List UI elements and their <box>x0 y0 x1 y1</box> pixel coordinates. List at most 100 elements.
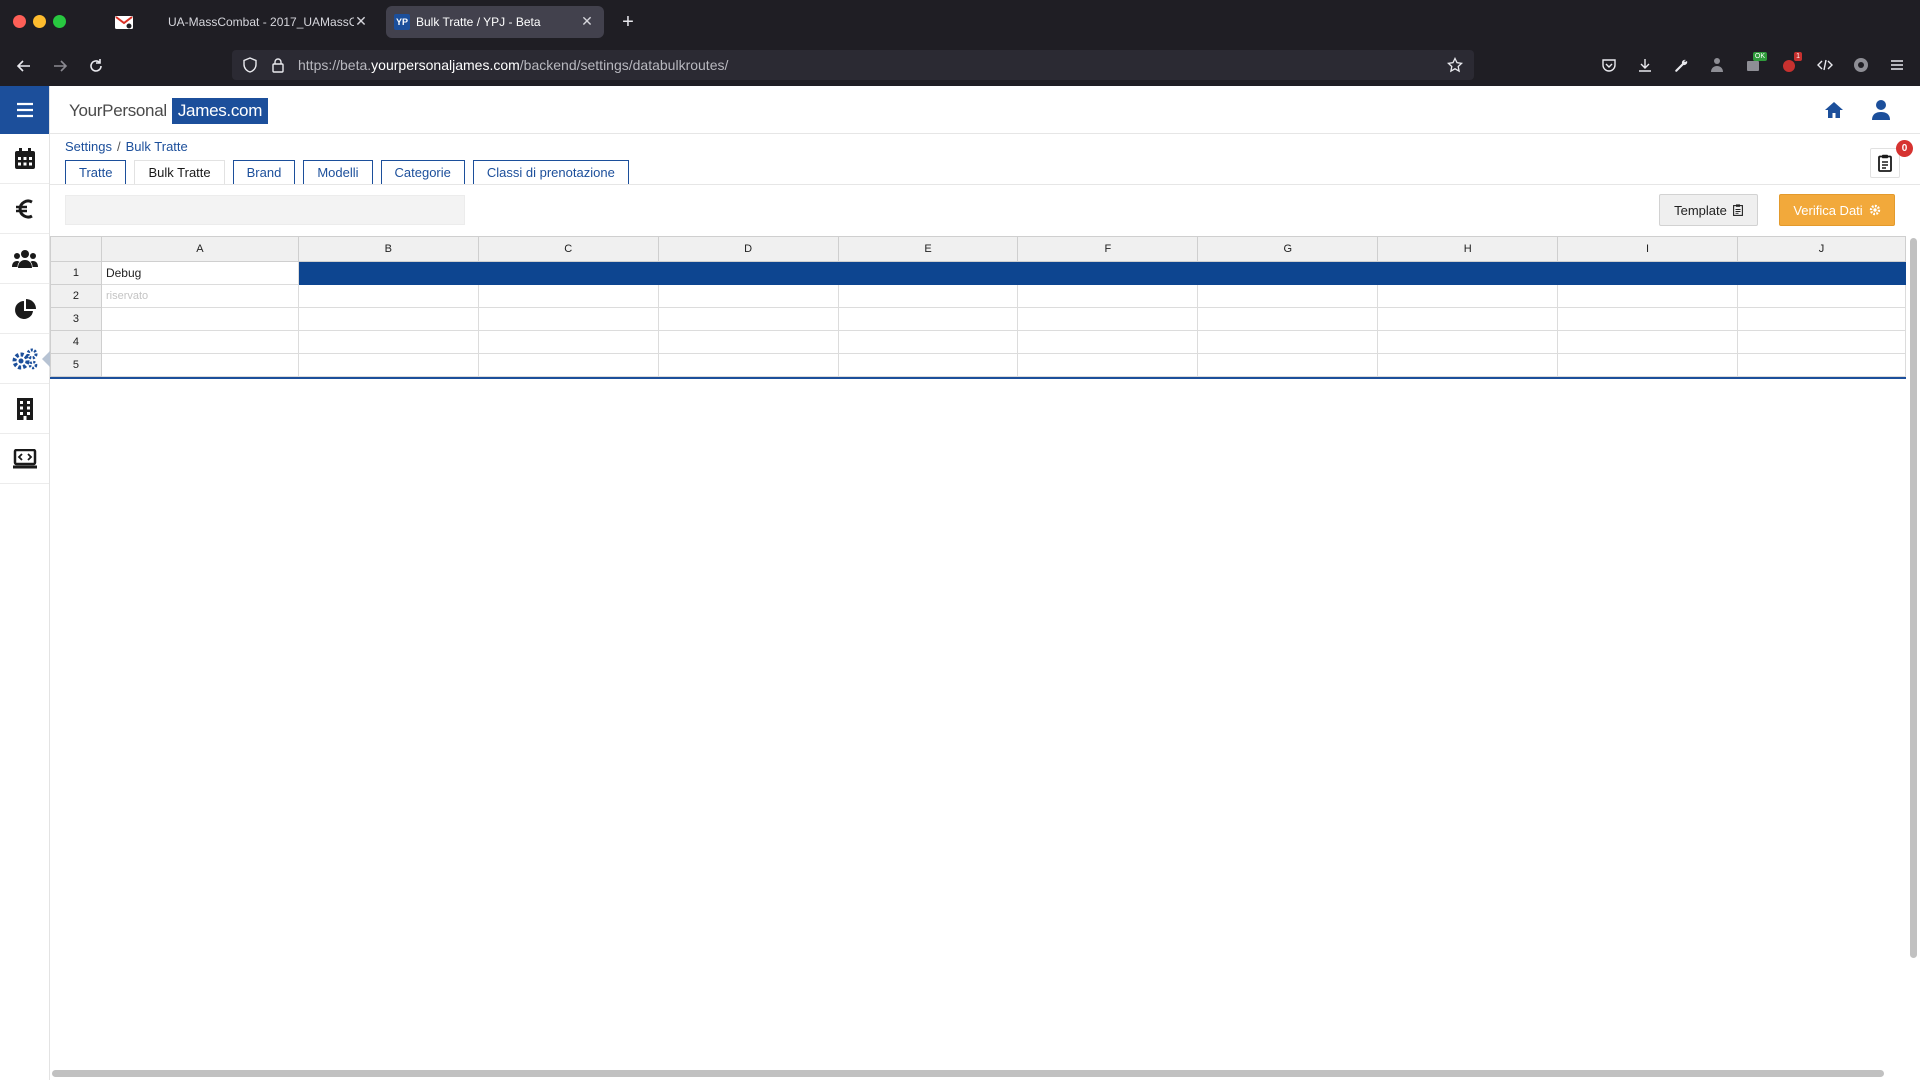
cell[interactable] <box>1377 353 1559 377</box>
close-tab-icon[interactable]: ✕ <box>578 12 596 30</box>
tab-tratte[interactable]: Tratte <box>65 160 127 184</box>
cell[interactable] <box>1017 353 1199 377</box>
scroll-thumb[interactable] <box>1910 238 1917 958</box>
selected-cell[interactable] <box>1197 261 1379 285</box>
column-header[interactable]: E <box>837 236 1019 262</box>
selected-cell[interactable] <box>837 261 1019 285</box>
pocket-icon[interactable] <box>1596 52 1622 78</box>
cell[interactable] <box>297 307 479 331</box>
vertical-scrollbar[interactable] <box>1908 236 1918 1066</box>
cell[interactable] <box>1197 330 1379 354</box>
extension-ok-icon[interactable]: OK <box>1740 52 1767 78</box>
cell[interactable] <box>1377 307 1559 331</box>
cell[interactable] <box>297 284 479 308</box>
cell[interactable] <box>1377 330 1559 354</box>
close-tab-icon[interactable]: ✕ <box>352 12 370 30</box>
tab-brand[interactable]: Brand <box>232 160 296 184</box>
row-header[interactable]: 5 <box>50 353 102 377</box>
cell[interactable] <box>1197 284 1379 308</box>
tab-ua-masscombat[interactable]: UA-MassCombat - 2017_UAMassCombat ✕ <box>152 6 378 38</box>
column-header[interactable]: A <box>100 236 299 262</box>
cell[interactable] <box>837 330 1019 354</box>
selected-cell[interactable] <box>1557 261 1738 285</box>
cell[interactable] <box>657 353 839 377</box>
cell[interactable] <box>1737 330 1906 354</box>
cell[interactable] <box>477 330 659 354</box>
cell[interactable] <box>1557 353 1738 377</box>
filter-input[interactable] <box>65 195 465 225</box>
cell-a2[interactable]: riservato <box>100 284 299 308</box>
selected-cell[interactable] <box>1737 261 1906 285</box>
url-bar[interactable]: https://beta.yourpersonaljames.com/backe… <box>232 50 1474 80</box>
cell[interactable] <box>297 330 479 354</box>
sidebar-item-reports[interactable] <box>0 284 49 334</box>
spreadsheet[interactable]: A B C D E F G H I J 1 Debug 2 riservato … <box>50 236 1906 1066</box>
cell[interactable] <box>100 330 299 354</box>
sidebar-item-settings[interactable] <box>0 334 50 384</box>
notifications-button[interactable] <box>1870 148 1900 178</box>
column-header[interactable]: C <box>477 236 659 262</box>
row-header[interactable]: 3 <box>50 307 102 331</box>
column-header[interactable]: F <box>1017 236 1199 262</box>
cell[interactable] <box>1737 353 1906 377</box>
cell[interactable] <box>1737 307 1906 331</box>
home-button[interactable] <box>1822 98 1846 122</box>
extension-person-icon[interactable] <box>1704 52 1730 78</box>
hamburger-menu-icon[interactable] <box>1884 52 1910 78</box>
cell[interactable] <box>100 307 299 331</box>
cell[interactable] <box>657 284 839 308</box>
tab-bulk-tratte[interactable]: Bulk Tratte <box>134 160 225 184</box>
selected-cell[interactable] <box>1377 261 1559 285</box>
column-header[interactable]: I <box>1557 236 1738 262</box>
cell[interactable] <box>477 284 659 308</box>
zoom-window-button[interactable] <box>53 15 66 28</box>
column-header[interactable]: G <box>1197 236 1379 262</box>
selected-cell[interactable] <box>1017 261 1199 285</box>
code-icon[interactable] <box>1812 52 1838 78</box>
cell[interactable] <box>1017 307 1199 331</box>
row-header[interactable]: 4 <box>50 330 102 354</box>
cell[interactable] <box>1197 353 1379 377</box>
sidebar-menu-toggle[interactable] <box>0 86 49 134</box>
cell[interactable] <box>837 353 1019 377</box>
pinned-tab-gmail[interactable] <box>106 6 142 38</box>
column-header[interactable]: D <box>657 236 839 262</box>
sidebar-item-buildings[interactable] <box>0 384 49 434</box>
horizontal-scrollbar[interactable] <box>50 1067 1920 1079</box>
cell[interactable] <box>477 307 659 331</box>
cell[interactable] <box>297 353 479 377</box>
account-icon[interactable] <box>1848 52 1874 78</box>
sidebar-item-pricing[interactable] <box>0 184 49 234</box>
cell[interactable] <box>657 307 839 331</box>
extension-alert-icon[interactable]: 1 <box>1776 52 1802 78</box>
back-button[interactable] <box>11 53 37 79</box>
cell[interactable] <box>1017 330 1199 354</box>
cell[interactable] <box>1557 307 1738 331</box>
breadcrumb-current[interactable]: Bulk Tratte <box>126 139 188 154</box>
cell[interactable] <box>1557 330 1738 354</box>
cell[interactable] <box>1557 284 1738 308</box>
column-header[interactable]: J <box>1737 236 1906 262</box>
tab-classi-di-prenotazione[interactable]: Classi di prenotazione <box>472 160 629 184</box>
cell[interactable] <box>1017 284 1199 308</box>
cell[interactable] <box>837 307 1019 331</box>
scroll-thumb[interactable] <box>52 1070 1884 1077</box>
column-header[interactable]: H <box>1377 236 1559 262</box>
cell[interactable] <box>477 353 659 377</box>
tab-modelli[interactable]: Modelli <box>303 160 373 184</box>
sidebar-item-display[interactable] <box>0 434 49 484</box>
verify-data-button[interactable]: Verifica Dati <box>1779 194 1895 226</box>
row-header[interactable]: 2 <box>50 284 102 308</box>
cell[interactable] <box>1197 307 1379 331</box>
minimize-window-button[interactable] <box>33 15 46 28</box>
lock-icon[interactable] <box>266 57 290 73</box>
cell[interactable] <box>100 353 299 377</box>
selected-cell[interactable] <box>477 261 659 285</box>
reload-button[interactable] <box>83 53 109 79</box>
cell-a1[interactable]: Debug <box>100 261 299 285</box>
column-header[interactable]: B <box>297 236 479 262</box>
cell[interactable] <box>1737 284 1906 308</box>
user-menu-button[interactable] <box>1869 98 1893 122</box>
template-button[interactable]: Template <box>1659 194 1758 226</box>
cell[interactable] <box>657 330 839 354</box>
